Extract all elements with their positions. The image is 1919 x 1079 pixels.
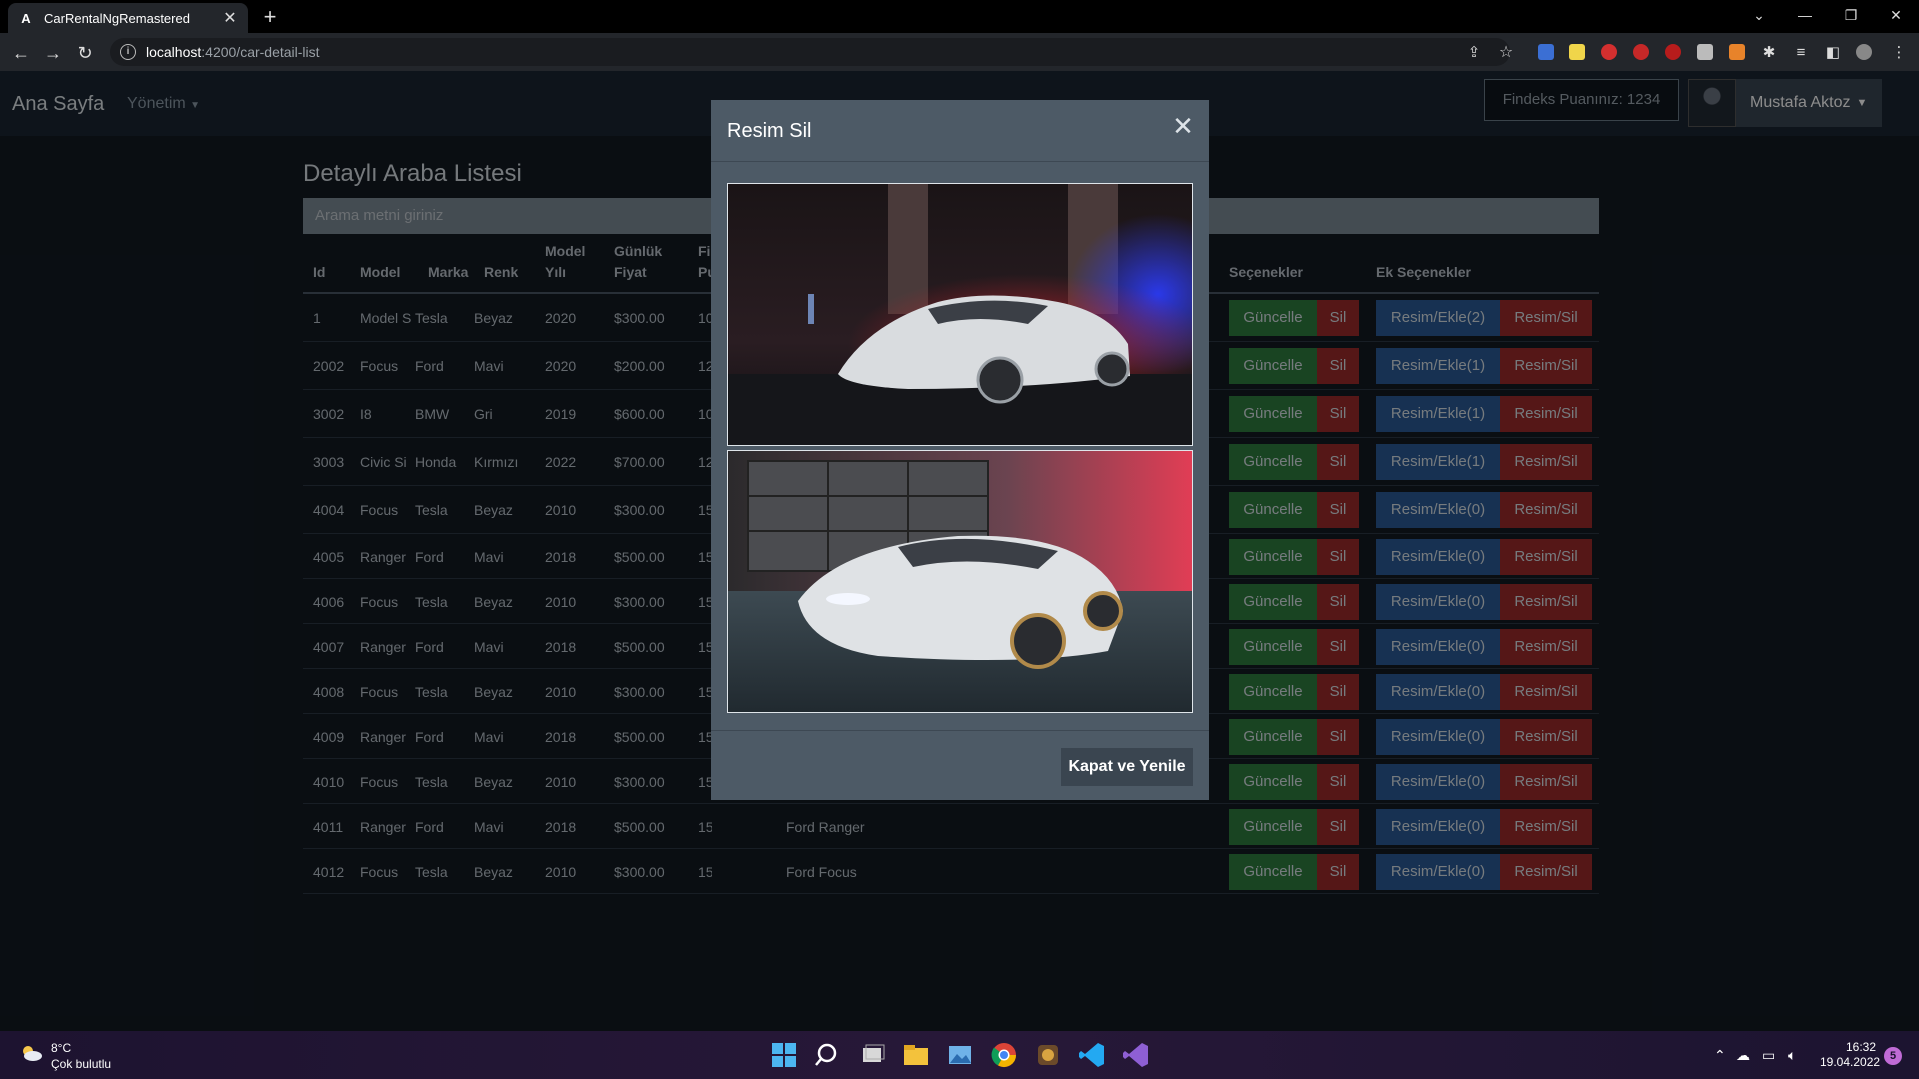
car-image-2[interactable]: [727, 450, 1193, 713]
site-info-icon[interactable]: i: [120, 44, 136, 60]
tab-close-icon[interactable]: ✕: [222, 8, 238, 28]
extensions-puzzle-icon[interactable]: ✱: [1758, 42, 1780, 64]
url-path: :4200/car-detail-list: [201, 44, 320, 60]
camera-extension-icon[interactable]: [1697, 44, 1713, 60]
photos-icon[interactable]: [944, 1039, 976, 1071]
tesla-garage-photo: [728, 451, 1192, 712]
translate-extension-icon[interactable]: [1538, 44, 1554, 60]
tab-search-icon[interactable]: ⌄: [1736, 0, 1782, 30]
network-icon[interactable]: ▭: [1762, 1031, 1775, 1079]
chrome-icon[interactable]: [988, 1039, 1020, 1071]
modal-title: Resim Sil: [727, 120, 812, 142]
vscode-icon[interactable]: [1076, 1039, 1108, 1071]
share-icon[interactable]: ⇪: [1463, 42, 1485, 64]
volume-icon[interactable]: 🔈︎: [1788, 1031, 1796, 1079]
file-explorer-icon[interactable]: [900, 1039, 932, 1071]
metamask-extension-icon[interactable]: [1729, 44, 1745, 60]
extension-icon[interactable]: [1665, 44, 1681, 60]
browser-tab[interactable]: A CarRentalNgRemastered ✕: [8, 3, 248, 33]
new-tab-icon[interactable]: +: [256, 4, 284, 30]
car-image-1[interactable]: [727, 183, 1193, 446]
taskbar-clock[interactable]: 16:32 19.04.2022: [1820, 1040, 1881, 1070]
window-close-icon[interactable]: ✕: [1873, 0, 1919, 30]
side-panel-icon[interactable]: ◧: [1822, 42, 1844, 64]
onedrive-icon[interactable]: ☁: [1736, 1031, 1750, 1079]
start-menu-icon[interactable]: [768, 1039, 800, 1071]
weather-temperature: 8°C: [51, 1041, 72, 1055]
angular-favicon-icon: A: [21, 10, 31, 26]
menu-kebab-icon[interactable]: ⋮: [1888, 42, 1910, 64]
windows-taskbar: 8°C Çok bulutlu ⌃ ☁ ▭ 🔈︎ 16:32 19.04.202…: [0, 1031, 1919, 1079]
minimize-icon[interactable]: —: [1782, 0, 1828, 30]
profile-icon[interactable]: [1856, 44, 1872, 60]
notification-badge[interactable]: 5: [1884, 1047, 1902, 1065]
address-bar[interactable]: i localhost :4200/car-detail-list: [110, 38, 1510, 66]
browser-toolbar: ← → ↻ i localhost :4200/car-detail-list …: [0, 33, 1919, 71]
adblock-extension-icon[interactable]: [1601, 44, 1617, 60]
modal-header: Resim Sil ✕: [711, 100, 1209, 162]
app-icon[interactable]: [1032, 1039, 1064, 1071]
tab-title: CarRentalNgRemastered: [44, 10, 190, 26]
reading-list-icon[interactable]: ≡: [1790, 42, 1812, 64]
delete-image-modal: Resim Sil ✕ Kapat ve Yenile: [711, 100, 1209, 800]
extension-icon[interactable]: [1569, 44, 1585, 60]
back-icon[interactable]: ←: [10, 42, 32, 64]
task-view-icon[interactable]: [856, 1039, 888, 1071]
weather-description: Çok bulutlu: [51, 1057, 112, 1071]
tray-overflow-icon[interactable]: ⌃: [1714, 1031, 1726, 1079]
tesla-night-photo: [728, 184, 1192, 445]
visual-studio-icon[interactable]: [1120, 1039, 1152, 1071]
clock-time: 16:32: [1845, 1040, 1876, 1054]
url-host: localhost: [146, 44, 202, 60]
ublock-extension-icon[interactable]: [1633, 44, 1649, 60]
cloudy-weather-icon[interactable]: [20, 1045, 42, 1061]
modal-close-icon[interactable]: ✕: [1171, 113, 1195, 139]
browser-tabbar: A CarRentalNgRemastered ✕ + ⌄ — ❐ ✕: [0, 0, 1919, 33]
modal-footer: Kapat ve Yenile: [711, 730, 1209, 800]
close-and-refresh-button[interactable]: Kapat ve Yenile: [1061, 748, 1193, 786]
forward-icon[interactable]: →: [42, 42, 64, 64]
clock-date: 19.04.2022: [1820, 1055, 1881, 1069]
restore-icon[interactable]: ❐: [1828, 0, 1874, 30]
search-icon[interactable]: [812, 1039, 844, 1071]
bookmark-star-icon[interactable]: ☆: [1495, 42, 1517, 64]
reload-icon[interactable]: ↻: [74, 42, 96, 64]
